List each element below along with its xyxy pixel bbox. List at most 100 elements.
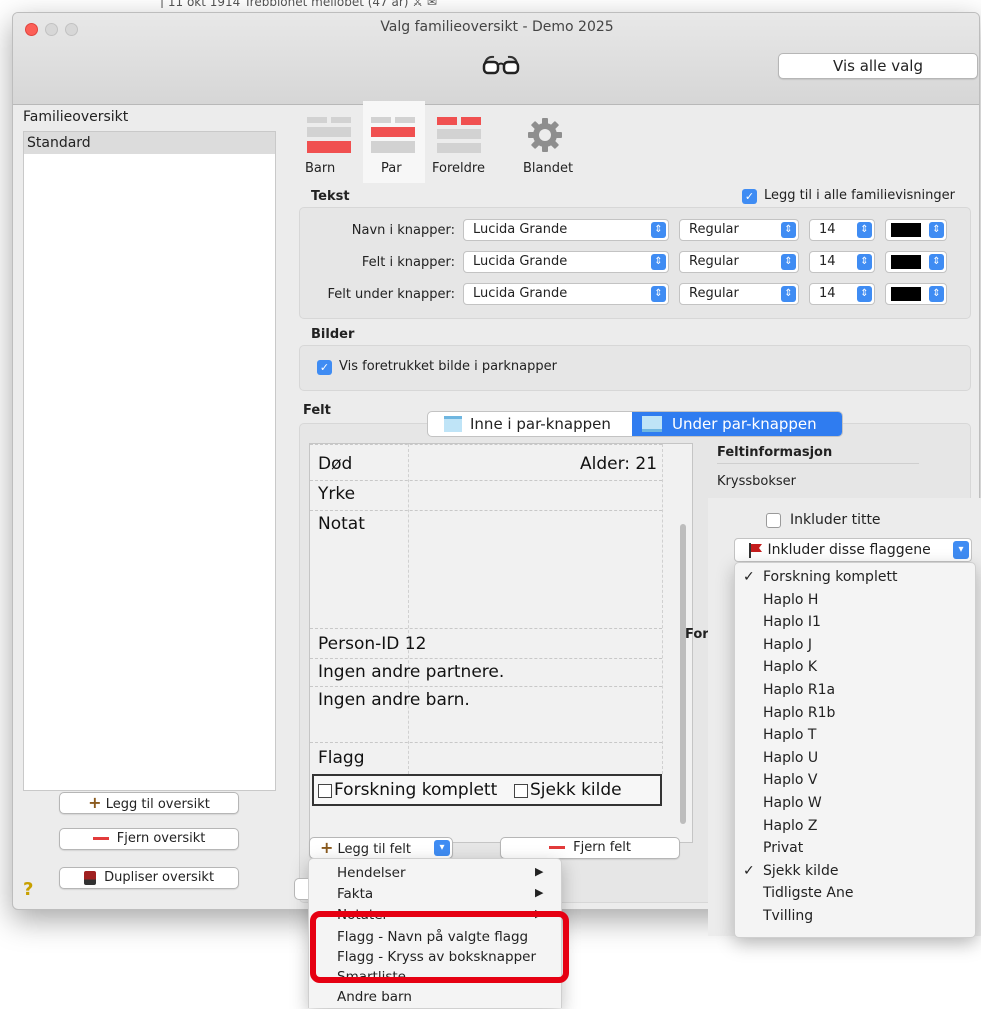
flags-menu-item[interactable]: Haplo T — [735, 727, 975, 750]
flags-menu-item-label: Haplo R1a — [763, 682, 836, 698]
field-no-partners[interactable]: Ingen andre partnere. — [318, 662, 504, 682]
segment-under-label: Under par-knappen — [672, 415, 817, 433]
field-no-children[interactable]: Ingen andre barn. — [318, 690, 470, 710]
style-popup[interactable]: Regular ⇕ — [679, 251, 799, 273]
flag-option-2: Sjekk kilde — [530, 780, 622, 800]
remove-overview-button[interactable]: Fjern oversikt — [59, 828, 239, 850]
vertical-scrollbar[interactable] — [680, 524, 686, 824]
show-all-button[interactable]: Vis alle valg — [778, 53, 978, 79]
flags-menu-item[interactable]: Haplo R1a — [735, 682, 975, 705]
stepper-icon: ⇕ — [857, 286, 872, 302]
color-popup[interactable]: ⇕ — [885, 219, 947, 241]
field-alder[interactable]: Alder: 21 — [580, 454, 657, 474]
font-popup[interactable]: Lucida Grande ⇕ — [463, 219, 669, 241]
field-layout-box[interactable]: Død Alder: 21 Yrke Notat Person-ID 12 In… — [309, 443, 693, 843]
flag-icon — [749, 543, 762, 558]
text-section-title: Tekst — [311, 189, 350, 204]
color-popup[interactable]: ⇕ — [885, 251, 947, 273]
flag-checkbox-2 — [514, 784, 528, 798]
apply-all-checkbox[interactable]: ✓ Legg til i alle familievisninger — [742, 188, 979, 206]
color-swatch — [891, 286, 921, 301]
tab-barn[interactable]: Barn — [299, 101, 359, 183]
flags-menu-item[interactable]: Haplo R1b — [735, 705, 975, 728]
include-flags-popup[interactable]: Inkluder disse flaggene ▾ — [734, 538, 972, 562]
flags-menu-item[interactable]: ✓ Forskning komplett — [735, 569, 975, 592]
remove-field-button[interactable]: Fjern felt — [500, 837, 680, 859]
stepper-icon: ⇕ — [929, 222, 944, 238]
flags-menu-item-label: Haplo V — [763, 772, 818, 789]
plus-icon: + — [320, 838, 334, 857]
remove-overview-label: Fjern oversikt — [116, 831, 206, 846]
segment-inside[interactable]: Inne i par-knappen — [428, 412, 632, 436]
size-popup[interactable]: 14 ⇕ — [809, 219, 875, 241]
style-popup[interactable]: Regular ⇕ — [679, 219, 799, 241]
duplicate-overview-button[interactable]: Dupliser oversikt — [59, 867, 239, 889]
flags-menu-item[interactable]: Privat — [735, 840, 975, 863]
tab-par-label: Par — [381, 161, 402, 176]
style-popup[interactable]: Regular ⇕ — [679, 283, 799, 305]
field-flagg[interactable]: Flagg — [318, 748, 365, 768]
add-field-menu-item[interactable]: Andre barn — [309, 989, 561, 1009]
stepper-icon: ⇕ — [929, 286, 944, 302]
flags-menu-item-label: Haplo T — [763, 727, 817, 744]
help-icon[interactable]: ? — [23, 879, 33, 900]
flags-menu-item[interactable]: Haplo H — [735, 592, 975, 615]
flags-menu-item[interactable]: Haplo W — [735, 795, 975, 818]
add-field-button[interactable]: + Legg til felt ▾ — [309, 837, 453, 859]
include-title-checkbox[interactable]: Inkluder titte — [766, 512, 946, 530]
field-notat[interactable]: Notat — [318, 514, 365, 534]
tab-foreldre-label: Foreldre — [432, 161, 485, 176]
add-field-menu-item[interactable]: Hendelser ▶ — [309, 865, 561, 885]
remove-field-label: Fjern felt — [573, 840, 631, 855]
add-field-menu-item-label: Fakta — [337, 886, 374, 902]
font-popup[interactable]: Lucida Grande ⇕ — [463, 283, 669, 305]
tab-foreldre[interactable]: Foreldre — [427, 101, 493, 183]
minus-icon — [92, 837, 109, 840]
add-overview-button[interactable]: + Legg til oversikt — [59, 792, 239, 814]
flags-menu-item-label: Haplo W — [763, 795, 822, 811]
row-label: Felt i knapper: — [361, 255, 455, 270]
flags-menu-item[interactable]: Haplo J — [735, 637, 975, 660]
field-person-id[interactable]: Person-ID 12 — [318, 634, 426, 654]
add-field-menu-item[interactable]: Fakta ▶ — [309, 886, 561, 906]
include-flags-label: Inkluder disse flaggene — [767, 542, 931, 558]
color-popup[interactable]: ⇕ — [885, 283, 947, 305]
size-popup[interactable]: 14 ⇕ — [809, 283, 875, 305]
flags-menu-item[interactable]: Haplo Z — [735, 818, 975, 841]
size-popup[interactable]: 14 ⇕ — [809, 251, 875, 273]
color-swatch — [891, 254, 921, 269]
submenu-arrow-icon: ▶ — [535, 886, 544, 899]
add-field-label: Legg til felt — [337, 842, 411, 857]
preferred-image-label: Vis foretrukket bilde i parknapper — [339, 359, 557, 374]
flags-menu-item[interactable]: ✓ Sjekk kilde — [735, 863, 975, 886]
flag-checkbox-1 — [318, 784, 332, 798]
checkbox-checked: ✓ — [742, 189, 757, 204]
segment-under[interactable]: Under par-knappen — [632, 412, 842, 436]
text-row-under: Felt under knapper: Lucida Grande ⇕ Regul… — [303, 283, 963, 307]
minus-icon — [549, 846, 565, 849]
field-info-title: Feltinformasjon — [717, 445, 833, 460]
highlight-annotation — [310, 911, 569, 983]
list-item[interactable]: Standard — [24, 132, 275, 154]
tab-blandet[interactable]: Blandet — [503, 101, 573, 183]
tab-blandet-label: Blandet — [523, 161, 574, 176]
flags-menu-item[interactable]: Haplo U — [735, 750, 975, 773]
flags-menu-item[interactable]: Haplo V — [735, 772, 975, 795]
font-popup[interactable]: Lucida Grande ⇕ — [463, 251, 669, 273]
flags-menu-item[interactable]: Haplo K — [735, 659, 975, 682]
flags-menu-item[interactable]: Tvilling — [735, 908, 975, 931]
field-dod[interactable]: Død — [318, 454, 352, 474]
text-row-name: Navn i knapper: Lucida Grande ⇕ Regular ⇕ … — [303, 219, 963, 243]
add-overview-label: Legg til oversikt — [105, 797, 210, 812]
overview-list[interactable]: Standard — [23, 131, 276, 791]
field-yrke[interactable]: Yrke — [318, 484, 355, 504]
preferred-image-checkbox[interactable]: ✓ Vis foretrukket bilde i parknapper — [317, 359, 617, 377]
field-type-value: Kryssbokser — [717, 474, 796, 489]
flags-menu-item-label: Haplo J — [763, 636, 813, 653]
flags-menu-item[interactable]: Haplo I1 — [735, 614, 975, 637]
flag-checkbox-field[interactable]: Forskning komplett Sjekk kilde — [312, 774, 662, 806]
tab-par[interactable]: Par — [363, 101, 425, 183]
barn-layout-icon — [307, 117, 351, 155]
segment-inside-label: Inne i par-knappen — [470, 415, 611, 433]
flags-menu-item[interactable]: Tidligste Ane — [735, 885, 975, 908]
